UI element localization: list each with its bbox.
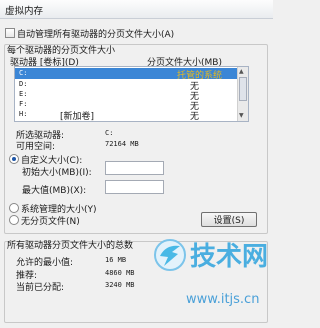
min-allowed-value: 16 MB <box>105 256 127 264</box>
initial-size-label: 初始大小(MB)(I): <box>22 168 92 178</box>
min-allowed-label: 允许的最小值: <box>16 258 74 268</box>
no-paging-radio[interactable] <box>9 215 19 225</box>
window-title: 虚拟内存 <box>5 6 44 17</box>
list-scrollbar[interactable]: ▲ ▼ <box>237 67 248 121</box>
site-logo-icon <box>154 239 186 271</box>
drive-letter: E: <box>19 90 28 98</box>
system-managed-radio[interactable] <box>9 203 19 213</box>
drive-letter: F: <box>19 100 28 108</box>
drive-volume-label: [新加卷] <box>60 112 95 122</box>
available-space-label: 可用空间: <box>16 142 56 152</box>
selected-drive-value: C: <box>105 129 114 137</box>
available-space-value: 72164 MB <box>105 140 139 148</box>
drive-letter: D: <box>19 80 28 88</box>
auto-manage-label: 自动管理所有驱动器的分页文件大小(A) <box>17 30 175 40</box>
drive-letter: H: <box>19 110 28 118</box>
recommended-value: 4860 MB <box>105 269 135 277</box>
no-paging-label: 无分页文件(N) <box>21 217 80 227</box>
scroll-thumb[interactable] <box>239 77 247 101</box>
current-allocated-value: 3240 MB <box>105 281 135 289</box>
current-allocated-label: 当前已分配: <box>16 283 65 293</box>
watermark-text: 技术网 <box>190 242 269 272</box>
list-item[interactable]: H: [新加卷] 无 <box>15 109 238 122</box>
drive-page-size: 无 <box>190 112 200 122</box>
drive-letter: C: <box>19 69 28 77</box>
title-bar: 虚拟内存 <box>0 0 273 19</box>
scroll-down-icon[interactable]: ▼ <box>239 112 244 119</box>
max-size-label: 最大值(MB)(X): <box>22 186 87 196</box>
drive-list[interactable]: C: 托管的系统 D: 无 E: 无 F: 无 H: [新加卷] 无 ▲ ▼ <box>14 66 249 122</box>
initial-size-input[interactable] <box>105 161 164 175</box>
custom-size-radio[interactable] <box>9 154 19 164</box>
max-size-input[interactable] <box>105 180 164 194</box>
set-button[interactable]: 设置(S) <box>201 212 257 227</box>
scroll-up-icon[interactable]: ▲ <box>239 68 244 75</box>
auto-manage-checkbox[interactable] <box>5 28 15 38</box>
list-item[interactable]: C: 托管的系统 <box>15 68 238 81</box>
watermark-url: www.itjs.cn <box>186 292 260 307</box>
totals-group-title: 所有驱动器分页文件大小的总数 <box>7 241 134 251</box>
